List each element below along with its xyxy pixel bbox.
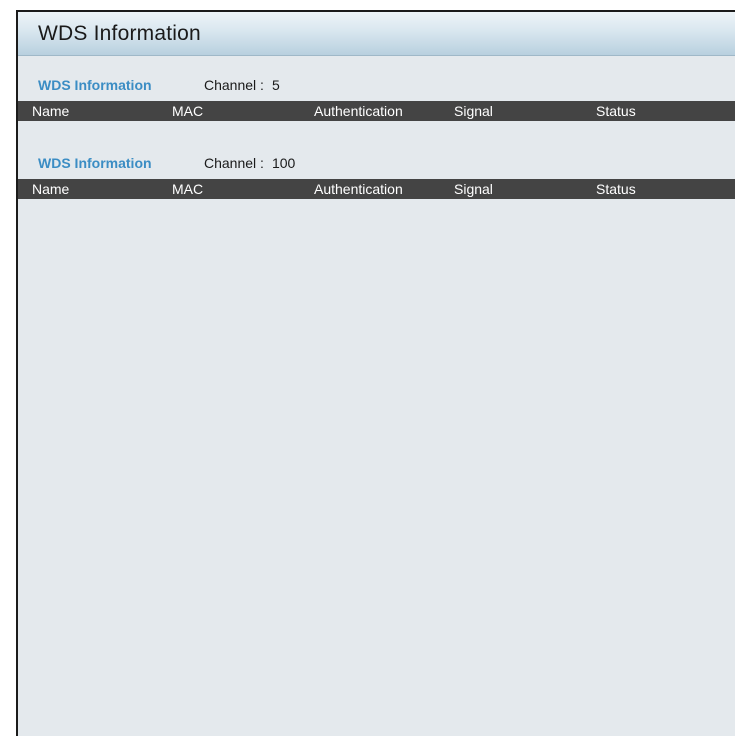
column-header-signal: Signal <box>454 103 493 119</box>
column-header-name: Name <box>32 103 70 119</box>
column-header-signal: Signal <box>454 181 493 197</box>
panel-header: WDS Information <box>18 12 735 56</box>
panel-title: WDS Information <box>38 21 201 45</box>
channel-label: Channel : <box>204 77 264 93</box>
column-header-authentication: Authentication <box>314 181 403 197</box>
channel-value: 100 <box>271 155 296 171</box>
column-header-authentication: Authentication <box>314 103 403 119</box>
channel-label: Channel : <box>204 155 264 171</box>
section-heading: WDS Information Channel : 100 <box>18 152 735 174</box>
section-label: WDS Information <box>38 77 152 93</box>
wds-table-header: Name MAC Authentication Signal Status <box>18 179 735 199</box>
column-header-status: Status <box>596 181 636 197</box>
wds-section-channel-5: WDS Information Channel : 5 Name MAC Aut… <box>18 74 735 121</box>
column-header-mac: MAC <box>172 103 204 119</box>
section-label: WDS Information <box>38 155 152 171</box>
wds-section-channel-100: WDS Information Channel : 100 Name MAC A… <box>18 152 735 199</box>
channel-value: 5 <box>271 77 280 93</box>
section-heading: WDS Information Channel : 5 <box>18 74 735 96</box>
wds-information-panel: WDS Information WDS Information Channel … <box>16 10 735 736</box>
column-header-name: Name <box>32 181 70 197</box>
column-header-mac: MAC <box>172 181 204 197</box>
wds-table-header: Name MAC Authentication Signal Status <box>18 101 735 121</box>
column-header-status: Status <box>596 103 636 119</box>
